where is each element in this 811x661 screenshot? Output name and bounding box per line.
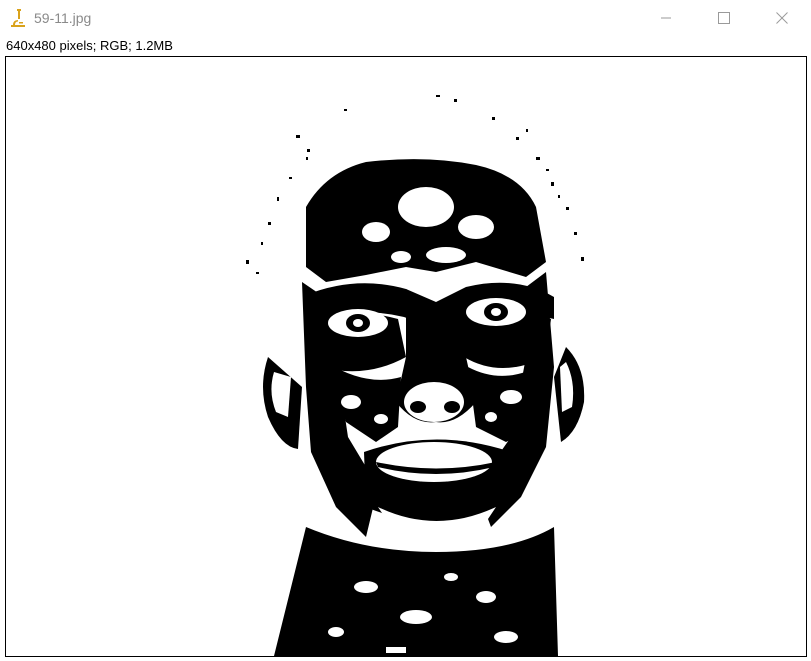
window-controls	[637, 0, 811, 36]
maximize-icon	[718, 12, 730, 24]
minimize-icon	[660, 12, 672, 24]
image-canvas[interactable]	[5, 56, 807, 657]
title-bar[interactable]: 59-11.jpg	[0, 0, 811, 36]
minimize-button[interactable]	[637, 0, 695, 36]
image-info: 640x480 pixels; RGB; 1.2MB	[6, 38, 173, 53]
close-button[interactable]	[753, 0, 811, 36]
maximize-button[interactable]	[695, 0, 753, 36]
image-window: 59-11.jpg 640x480 pixels; RGB; 1.2MB	[0, 0, 811, 661]
close-icon	[776, 12, 788, 24]
thresholded-face-image	[246, 95, 585, 656]
microscope-icon	[9, 8, 27, 28]
window-title: 59-11.jpg	[34, 10, 92, 26]
